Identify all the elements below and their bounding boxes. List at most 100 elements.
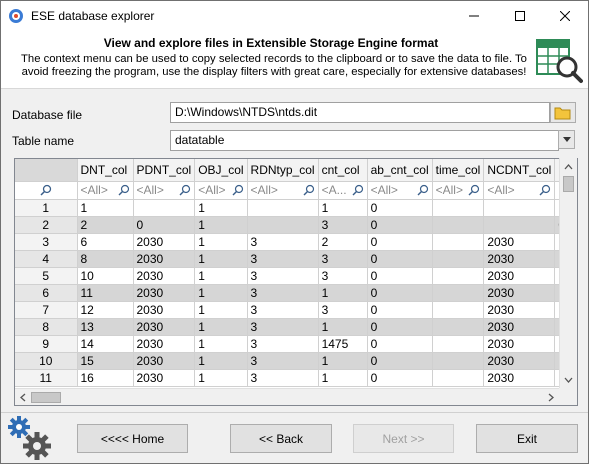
column-header[interactable]: ab_cnt_col <box>367 159 433 182</box>
row-number[interactable]: 7 <box>15 301 78 319</box>
table-cell[interactable]: 3 <box>247 369 319 387</box>
table-cell[interactable]: 3 <box>318 250 368 268</box>
table-cell[interactable]: 2 <box>77 216 134 234</box>
table-cell[interactable]: 12 <box>77 301 134 319</box>
table-cell[interactable] <box>432 369 485 387</box>
column-header[interactable]: OBJ_col <box>194 159 248 182</box>
row-number[interactable]: 9 <box>15 335 78 353</box>
table-cell[interactable]: 2030 <box>483 335 556 353</box>
table-cell[interactable]: 1 <box>194 301 248 319</box>
table-cell[interactable]: 1 <box>194 369 248 387</box>
row-number[interactable]: 5 <box>15 267 78 285</box>
horizontal-scrollbar[interactable] <box>15 388 559 405</box>
table-cell[interactable]: 3 <box>318 216 368 234</box>
column-header[interactable]: time_col <box>432 159 485 182</box>
table-row[interactable]: 6 11 2030 1 3 1 0 2030 <box>15 284 576 302</box>
table-name-select[interactable]: datatable <box>170 130 559 151</box>
table-cell[interactable]: 2 <box>318 233 368 251</box>
row-number[interactable]: 1 <box>15 199 78 217</box>
table-cell[interactable]: 3 <box>247 233 319 251</box>
records-grid[interactable]: DNT_col PDNT_col OBJ_col RDNtyp_col cnt_… <box>14 158 578 406</box>
filter-cell[interactable]: <All> <box>432 181 485 200</box>
filter-search-icon[interactable] <box>232 184 244 196</box>
filter-cell[interactable]: <All> <box>194 181 248 200</box>
exit-button[interactable]: Exit <box>476 424 578 453</box>
table-cell[interactable]: 0 <box>367 267 433 285</box>
table-cell[interactable]: 1475 <box>318 335 368 353</box>
table-cell[interactable]: 2030 <box>133 301 196 319</box>
column-header[interactable]: PDNT_col <box>133 159 196 182</box>
filter-cell[interactable]: <A... <box>318 181 368 200</box>
table-cell[interactable]: 2030 <box>483 301 556 319</box>
table-cell[interactable] <box>247 199 319 217</box>
table-cell[interactable]: 2030 <box>133 335 196 353</box>
table-cell[interactable]: 1 <box>194 284 248 302</box>
table-cell[interactable]: 0 <box>367 335 433 353</box>
horizontal-scroll-thumb[interactable] <box>31 392 61 403</box>
table-cell[interactable]: 3 <box>247 250 319 268</box>
table-cell[interactable]: 1 <box>318 352 368 370</box>
row-number[interactable]: 2 <box>15 216 78 234</box>
table-cell[interactable]: 1 <box>77 199 134 217</box>
table-cell[interactable]: 1 <box>318 199 368 217</box>
table-cell[interactable]: 0 <box>367 233 433 251</box>
vertical-scrollbar[interactable] <box>559 158 577 388</box>
next-button[interactable]: Next >> <box>353 424 454 453</box>
table-cell[interactable]: 10 <box>77 267 134 285</box>
table-cell[interactable]: 2030 <box>133 267 196 285</box>
row-number[interactable]: 10 <box>15 352 78 370</box>
filter-cell[interactable]: <All> <box>367 181 433 200</box>
table-cell[interactable] <box>432 335 485 353</box>
browse-button[interactable] <box>550 102 576 123</box>
table-cell[interactable]: 13 <box>77 318 134 336</box>
table-row[interactable]: 5 10 2030 1 3 3 0 2030 <box>15 267 576 285</box>
table-cell[interactable]: 0 <box>367 199 433 217</box>
row-number[interactable]: 11 <box>15 369 78 387</box>
table-cell[interactable]: 0 <box>367 284 433 302</box>
table-cell[interactable]: 8 <box>77 250 134 268</box>
table-cell[interactable]: 2030 <box>133 284 196 302</box>
filter-search-icon[interactable] <box>303 184 315 196</box>
table-cell[interactable]: 0 <box>133 216 196 234</box>
table-cell[interactable]: 0 <box>367 301 433 319</box>
table-cell[interactable] <box>483 216 556 234</box>
table-cell[interactable]: 3 <box>318 267 368 285</box>
table-cell[interactable]: 2030 <box>483 318 556 336</box>
table-cell[interactable]: 1 <box>318 318 368 336</box>
vertical-scroll-thumb[interactable] <box>563 176 574 192</box>
row-number[interactable]: 6 <box>15 284 78 302</box>
home-button[interactable]: <<<< Home <box>77 424 188 453</box>
row-number[interactable]: 4 <box>15 250 78 268</box>
table-row[interactable]: 2201300 <box>15 216 576 234</box>
maximize-button[interactable] <box>497 1 543 31</box>
table-row[interactable]: 10 15 2030 1 3 1 0 2030 <box>15 352 576 370</box>
table-cell[interactable]: 0 <box>367 216 433 234</box>
table-cell[interactable]: 3 <box>247 267 319 285</box>
table-cell[interactable]: 3 <box>247 352 319 370</box>
table-cell[interactable]: 3 <box>318 301 368 319</box>
minimize-button[interactable] <box>451 1 497 31</box>
table-cell[interactable] <box>247 216 319 234</box>
table-row[interactable]: 11 16 2030 1 3 1 0 2030 <box>15 369 576 387</box>
table-cell[interactable]: 1 <box>194 233 248 251</box>
table-cell[interactable]: 1 <box>194 318 248 336</box>
table-cell[interactable]: 1 <box>194 352 248 370</box>
column-header[interactable]: NCDNT_col <box>483 159 556 182</box>
row-number[interactable]: 3 <box>15 233 78 251</box>
table-cell[interactable]: 2030 <box>483 369 556 387</box>
table-cell[interactable]: 3 <box>247 318 319 336</box>
table-row[interactable]: 4 8 2030 1 3 3 0 2030 <box>15 250 576 268</box>
table-cell[interactable]: 3 <box>247 284 319 302</box>
table-cell[interactable]: 0 <box>367 352 433 370</box>
filter-search-icon[interactable] <box>179 184 191 196</box>
table-cell[interactable]: 1 <box>194 199 248 217</box>
filter-search-icon[interactable] <box>468 184 480 196</box>
table-cell[interactable]: 2030 <box>133 233 196 251</box>
table-cell[interactable] <box>432 352 485 370</box>
table-cell[interactable] <box>432 250 485 268</box>
table-cell[interactable]: 2030 <box>483 267 556 285</box>
table-cell[interactable]: 2030 <box>133 352 196 370</box>
table-cell[interactable]: 0 <box>367 250 433 268</box>
table-cell[interactable]: 1 <box>194 335 248 353</box>
column-header[interactable]: DNT_col <box>77 159 134 182</box>
